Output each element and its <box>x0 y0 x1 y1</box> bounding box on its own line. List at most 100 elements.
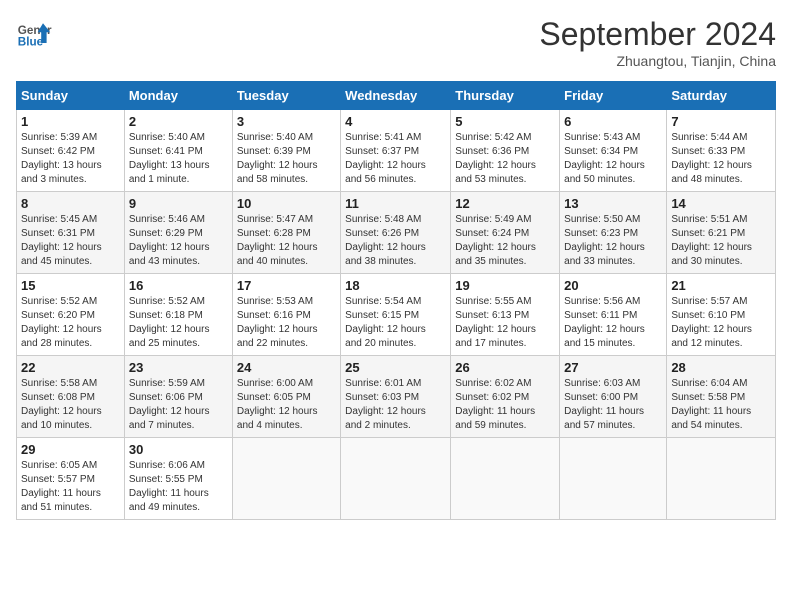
table-row: 2 Sunrise: 5:40 AMSunset: 6:41 PMDaylight… <box>124 110 232 192</box>
day-number: 22 <box>21 360 120 375</box>
day-number: 7 <box>671 114 771 129</box>
day-info: Sunrise: 5:41 AMSunset: 6:37 PMDaylight:… <box>345 131 446 187</box>
table-row: 30 Sunrise: 6:06 AMSunset: 5:55 PMDayligh… <box>124 438 232 520</box>
col-saturday: Saturday <box>667 82 776 110</box>
col-sunday: Sunday <box>17 82 125 110</box>
calendar-row: 15 Sunrise: 5:52 AMSunset: 6:20 PMDayligh… <box>17 274 776 356</box>
table-row: 12 Sunrise: 5:49 AMSunset: 6:24 PMDayligh… <box>451 192 560 274</box>
day-number: 24 <box>237 360 336 375</box>
day-info: Sunrise: 5:55 AMSunset: 6:13 PMDaylight:… <box>455 295 555 351</box>
day-info: Sunrise: 5:40 AMSunset: 6:41 PMDaylight:… <box>129 131 228 187</box>
day-number: 28 <box>671 360 771 375</box>
table-row: 29 Sunrise: 6:05 AMSunset: 5:57 PMDayligh… <box>17 438 125 520</box>
table-row: 1 Sunrise: 5:39 AMSunset: 6:42 PMDaylight… <box>17 110 125 192</box>
day-info: Sunrise: 5:52 AMSunset: 6:20 PMDaylight:… <box>21 295 120 351</box>
day-number: 18 <box>345 278 446 293</box>
day-info: Sunrise: 6:01 AMSunset: 6:03 PMDaylight:… <box>345 377 446 433</box>
day-number: 3 <box>237 114 336 129</box>
table-row: 5 Sunrise: 5:42 AMSunset: 6:36 PMDaylight… <box>451 110 560 192</box>
day-number: 8 <box>21 196 120 211</box>
day-info: Sunrise: 5:46 AMSunset: 6:29 PMDaylight:… <box>129 213 228 269</box>
day-info: Sunrise: 5:50 AMSunset: 6:23 PMDaylight:… <box>564 213 662 269</box>
day-info: Sunrise: 5:43 AMSunset: 6:34 PMDaylight:… <box>564 131 662 187</box>
day-info: Sunrise: 5:45 AMSunset: 6:31 PMDaylight:… <box>21 213 120 269</box>
day-number: 4 <box>345 114 446 129</box>
table-row: 10Sunrise: 5:47 AMSunset: 6:28 PMDayligh… <box>232 192 340 274</box>
table-row: 11 Sunrise: 5:48 AMSunset: 6:26 PMDayligh… <box>341 192 451 274</box>
calendar-row: 8 Sunrise: 5:45 AMSunset: 6:31 PMDaylight… <box>17 192 776 274</box>
logo-icon: General Blue <box>16 16 52 52</box>
table-row <box>667 438 776 520</box>
day-number: 10 <box>237 196 336 211</box>
col-tuesday: Tuesday <box>232 82 340 110</box>
day-info: Sunrise: 6:02 AMSunset: 6:02 PMDaylight:… <box>455 377 555 433</box>
day-info: Sunrise: 6:05 AMSunset: 5:57 PMDaylight:… <box>21 459 120 515</box>
col-thursday: Thursday <box>451 82 560 110</box>
day-info: Sunrise: 5:59 AMSunset: 6:06 PMDaylight:… <box>129 377 228 433</box>
table-row: 6 Sunrise: 5:43 AMSunset: 6:34 PMDaylight… <box>560 110 667 192</box>
day-number: 26 <box>455 360 555 375</box>
day-info: Sunrise: 5:52 AMSunset: 6:18 PMDaylight:… <box>129 295 228 351</box>
day-info: Sunrise: 5:42 AMSunset: 6:36 PMDaylight:… <box>455 131 555 187</box>
table-row: 8 Sunrise: 5:45 AMSunset: 6:31 PMDaylight… <box>17 192 125 274</box>
col-monday: Monday <box>124 82 232 110</box>
table-row: 15 Sunrise: 5:52 AMSunset: 6:20 PMDayligh… <box>17 274 125 356</box>
table-row: 3 Sunrise: 5:40 AMSunset: 6:39 PMDaylight… <box>232 110 340 192</box>
calendar-row: 29 Sunrise: 6:05 AMSunset: 5:57 PMDayligh… <box>17 438 776 520</box>
calendar-row: 1 Sunrise: 5:39 AMSunset: 6:42 PMDaylight… <box>17 110 776 192</box>
table-row <box>560 438 667 520</box>
col-wednesday: Wednesday <box>341 82 451 110</box>
day-number: 21 <box>671 278 771 293</box>
day-number: 23 <box>129 360 228 375</box>
day-info: Sunrise: 5:57 AMSunset: 6:10 PMDaylight:… <box>671 295 771 351</box>
day-number: 2 <box>129 114 228 129</box>
header-row: Sunday Monday Tuesday Wednesday Thursday… <box>17 82 776 110</box>
day-info: Sunrise: 5:53 AMSunset: 6:16 PMDaylight:… <box>237 295 336 351</box>
day-info: Sunrise: 6:03 AMSunset: 6:00 PMDaylight:… <box>564 377 662 433</box>
day-number: 13 <box>564 196 662 211</box>
day-info: Sunrise: 6:06 AMSunset: 5:55 PMDaylight:… <box>129 459 228 515</box>
day-number: 9 <box>129 196 228 211</box>
day-number: 14 <box>671 196 771 211</box>
table-row <box>451 438 560 520</box>
table-row: 20 Sunrise: 5:56 AMSunset: 6:11 PMDayligh… <box>560 274 667 356</box>
table-row: 22 Sunrise: 5:58 AMSunset: 6:08 PMDayligh… <box>17 356 125 438</box>
day-info: Sunrise: 5:54 AMSunset: 6:15 PMDaylight:… <box>345 295 446 351</box>
day-info: Sunrise: 6:04 AMSunset: 5:58 PMDaylight:… <box>671 377 771 433</box>
table-row: 7 Sunrise: 5:44 AMSunset: 6:33 PMDaylight… <box>667 110 776 192</box>
col-friday: Friday <box>560 82 667 110</box>
table-row: 25Sunrise: 6:01 AMSunset: 6:03 PMDayligh… <box>341 356 451 438</box>
table-row: 14Sunrise: 5:51 AMSunset: 6:21 PMDayligh… <box>667 192 776 274</box>
day-number: 30 <box>129 442 228 457</box>
day-number: 1 <box>21 114 120 129</box>
table-row: 24Sunrise: 6:00 AMSunset: 6:05 PMDayligh… <box>232 356 340 438</box>
day-number: 29 <box>21 442 120 457</box>
table-row: 16Sunrise: 5:52 AMSunset: 6:18 PMDayligh… <box>124 274 232 356</box>
day-info: Sunrise: 5:40 AMSunset: 6:39 PMDaylight:… <box>237 131 336 187</box>
day-number: 15 <box>21 278 120 293</box>
table-row <box>232 438 340 520</box>
day-info: Sunrise: 5:49 AMSunset: 6:24 PMDaylight:… <box>455 213 555 269</box>
location-subtitle: Zhuangtou, Tianjin, China <box>539 53 776 69</box>
table-row: 28 Sunrise: 6:04 AMSunset: 5:58 PMDayligh… <box>667 356 776 438</box>
table-row: 26 Sunrise: 6:02 AMSunset: 6:02 PMDayligh… <box>451 356 560 438</box>
day-info: Sunrise: 5:39 AMSunset: 6:42 PMDaylight:… <box>21 131 120 187</box>
day-info: Sunrise: 5:48 AMSunset: 6:26 PMDaylight:… <box>345 213 446 269</box>
day-number: 12 <box>455 196 555 211</box>
day-info: Sunrise: 5:44 AMSunset: 6:33 PMDaylight:… <box>671 131 771 187</box>
day-info: Sunrise: 5:58 AMSunset: 6:08 PMDaylight:… <box>21 377 120 433</box>
table-row: 9 Sunrise: 5:46 AMSunset: 6:29 PMDaylight… <box>124 192 232 274</box>
day-number: 19 <box>455 278 555 293</box>
page-header: General Blue September 2024 Zhuangtou, T… <box>16 16 776 69</box>
table-row <box>341 438 451 520</box>
day-number: 5 <box>455 114 555 129</box>
day-number: 6 <box>564 114 662 129</box>
table-row: 4 Sunrise: 5:41 AMSunset: 6:37 PMDaylight… <box>341 110 451 192</box>
table-row: 21 Sunrise: 5:57 AMSunset: 6:10 PMDayligh… <box>667 274 776 356</box>
title-block: September 2024 Zhuangtou, Tianjin, China <box>539 16 776 69</box>
table-row: 19 Sunrise: 5:55 AMSunset: 6:13 PMDayligh… <box>451 274 560 356</box>
day-number: 11 <box>345 196 446 211</box>
table-row: 23 Sunrise: 5:59 AMSunset: 6:06 PMDayligh… <box>124 356 232 438</box>
day-number: 20 <box>564 278 662 293</box>
day-info: Sunrise: 5:56 AMSunset: 6:11 PMDaylight:… <box>564 295 662 351</box>
